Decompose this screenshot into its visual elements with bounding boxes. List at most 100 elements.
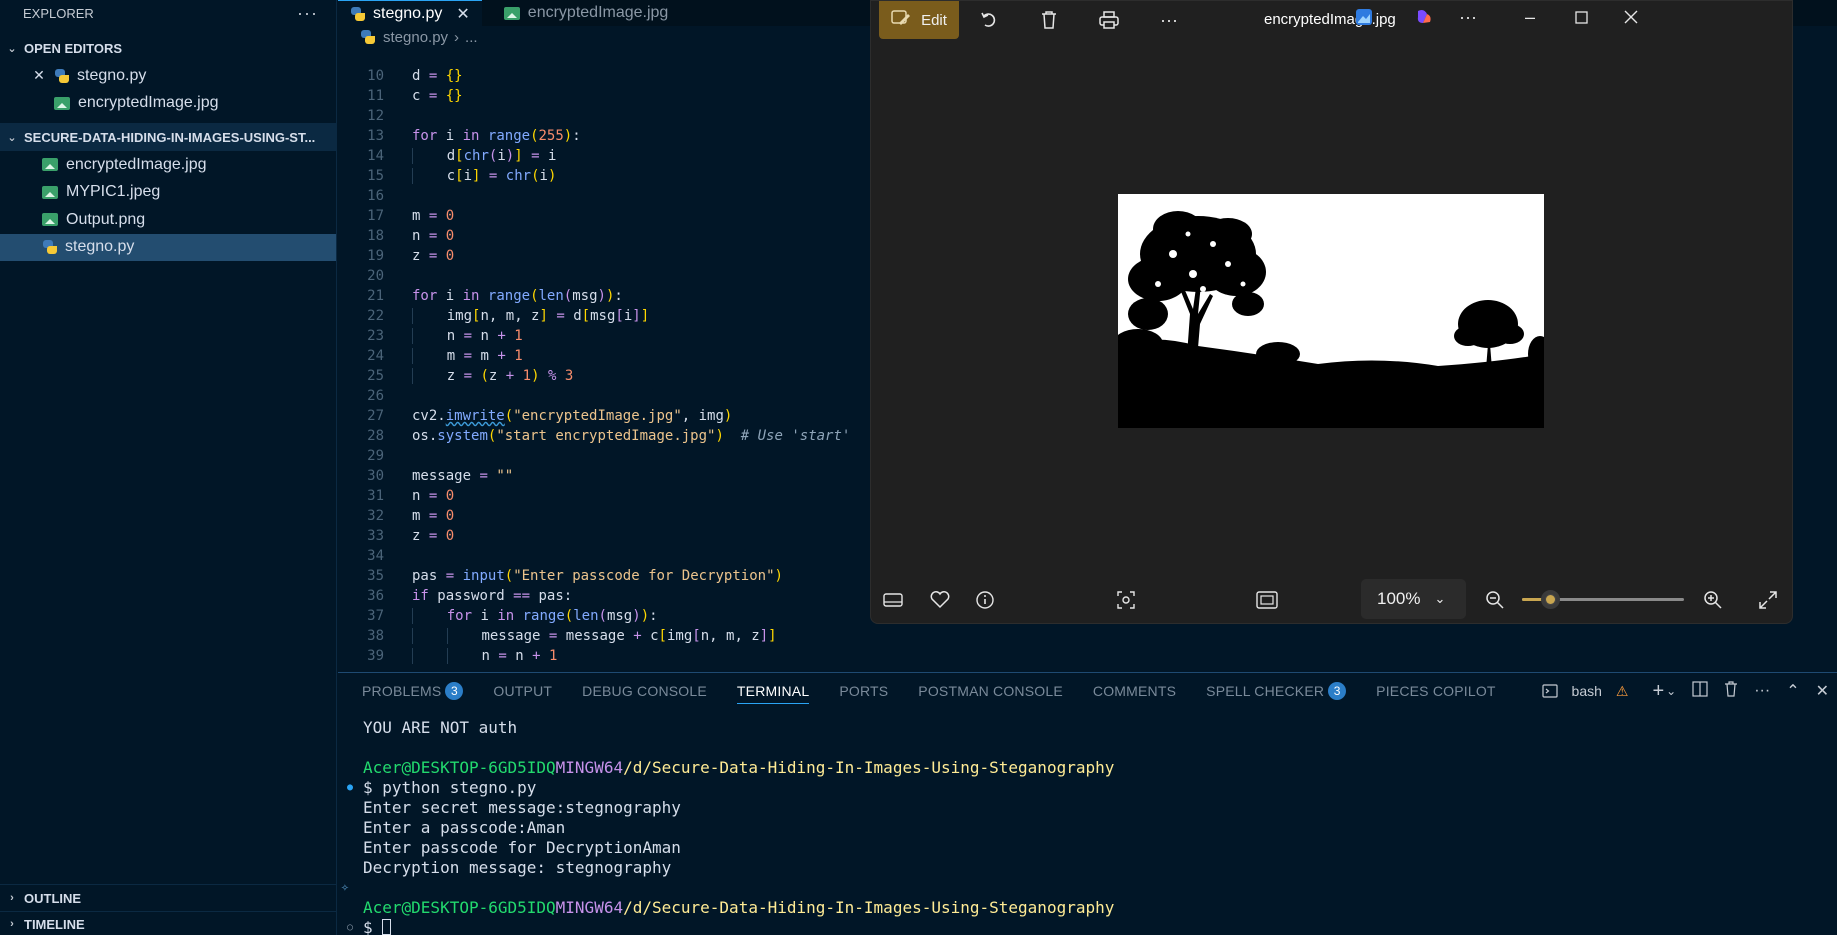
- zoom-slider-thumb[interactable]: [1540, 590, 1560, 609]
- chevron-down-icon[interactable]: ⌄: [1666, 684, 1676, 698]
- file-item[interactable]: Output.png: [0, 206, 336, 234]
- file-label: encryptedImage.jpg: [66, 155, 207, 173]
- new-terminal-plus-icon[interactable]: +: [1652, 680, 1664, 703]
- prompt-env: MINGW64: [555, 897, 624, 917]
- full-screen-icon[interactable]: [1755, 587, 1781, 613]
- file-label: MYPIC1.jpeg: [66, 183, 161, 201]
- zoom-value: 100%: [1377, 589, 1421, 608]
- breadcrumb-file[interactable]: stegno.py: [383, 29, 448, 46]
- open-editors-section[interactable]: ⌄ OPEN EDITORS: [0, 35, 336, 62]
- more-actions-icon[interactable]: ···: [1754, 682, 1770, 700]
- filmstrip-icon[interactable]: [880, 587, 906, 613]
- tab-postman-console[interactable]: POSTMAN CONSOLE: [918, 673, 1063, 709]
- line-number: 28: [367, 428, 384, 444]
- print-icon[interactable]: [1079, 1, 1139, 39]
- terminal-line: ✧: [338, 877, 1837, 897]
- terminal-output[interactable]: YOU ARE NOT auth Acer@DESKTOP-6GD5IDQ MI…: [338, 717, 1837, 935]
- maximize-panel-chevron-up-icon[interactable]: ⌃: [1786, 681, 1799, 701]
- zoom-slider[interactable]: [1522, 590, 1684, 609]
- terminal-text: Enter a passcode:Aman: [363, 817, 566, 837]
- explorer-more-icon[interactable]: ···: [297, 3, 318, 24]
- more-options-icon[interactable]: ···: [1139, 1, 1199, 39]
- command-status-dot-icon[interactable]: ●: [347, 782, 353, 793]
- kill-terminal-trash-icon[interactable]: [1724, 680, 1738, 702]
- line-number: 38: [367, 628, 384, 644]
- close-icon[interactable]: ✕: [32, 67, 46, 84]
- terminal-input-line[interactable]: ○ $: [338, 917, 1837, 935]
- delete-icon[interactable]: [1019, 1, 1079, 39]
- code-text: d = {}: [412, 68, 463, 84]
- code-text: pas = input("Enter passcode for Decrypti…: [412, 568, 783, 584]
- tab-terminal[interactable]: TERMINAL: [736, 673, 810, 709]
- terminal-line: Enter a passcode:Aman: [338, 817, 1837, 837]
- explorer-title: EXPLORER: [23, 5, 94, 21]
- see-more-icon[interactable]: ···: [1443, 1, 1493, 33]
- code-text: for i in range(255):: [412, 128, 581, 144]
- split-terminal-icon[interactable]: [1692, 680, 1708, 702]
- tab-label: PIECES COPILOT: [1376, 683, 1496, 699]
- open-editor-item[interactable]: encryptedImage.jpg: [0, 90, 336, 118]
- line-number: 22: [367, 308, 384, 324]
- terminal-shell-selector[interactable]: bash ⚠: [1541, 683, 1637, 700]
- zoom-select[interactable]: 100% ⌄: [1361, 579, 1466, 619]
- open-editor-item[interactable]: ✕ stegno.py: [0, 62, 336, 90]
- rotate-icon[interactable]: [959, 1, 1019, 39]
- tab-debug-console[interactable]: DEBUG CONSOLE: [582, 673, 707, 709]
- code-text: m = m + 1: [384, 348, 523, 364]
- favorite-heart-icon[interactable]: [927, 587, 953, 613]
- close-window-icon[interactable]: [1606, 1, 1656, 33]
- photos-app-icon[interactable]: [1339, 1, 1389, 33]
- file-item[interactable]: MYPIC1.jpeg: [0, 179, 336, 207]
- line-number: 15: [367, 168, 384, 184]
- outline-section[interactable]: › OUTLINE: [0, 884, 337, 911]
- encrypted-image-preview: [1118, 194, 1544, 428]
- image-file-icon: [42, 213, 58, 227]
- sparkle-icon[interactable]: ✧: [341, 880, 349, 895]
- line-number: 37: [367, 608, 384, 624]
- chevron-down-icon: ⌄: [7, 43, 17, 55]
- code-text: c = {}: [412, 88, 463, 104]
- prompt-path: /d/Secure-Data-Hiding-In-Images-Using-St…: [623, 897, 1115, 917]
- tab-problems[interactable]: PROBLEMS 3: [362, 673, 464, 709]
- copilot-icon[interactable]: [1399, 1, 1449, 33]
- timeline-section[interactable]: › TIMELINE: [0, 911, 337, 935]
- zoom-out-icon[interactable]: [1482, 587, 1508, 613]
- tab-comments[interactable]: COMMENTS: [1093, 673, 1176, 709]
- line-number: 34: [367, 548, 384, 564]
- visual-search-icon[interactable]: [1113, 587, 1139, 613]
- maximize-icon[interactable]: [1556, 1, 1606, 33]
- minimize-icon[interactable]: –: [1505, 1, 1555, 33]
- tab-spell-checker[interactable]: SPELL CHECKER 3: [1206, 673, 1347, 709]
- panel-actions: bash ⚠ + ⌄ ··· ⌃ ✕: [1534, 673, 1837, 709]
- code-text: m = 0: [412, 208, 455, 224]
- info-icon[interactable]: [972, 587, 998, 613]
- close-panel-icon[interactable]: ✕: [1816, 681, 1829, 701]
- breadcrumb-symbol[interactable]: ...: [465, 29, 478, 46]
- tab-output[interactable]: OUTPUT: [493, 673, 552, 709]
- tab-label: DEBUG CONSOLE: [582, 683, 707, 699]
- zoom-in-icon[interactable]: [1700, 587, 1726, 613]
- tab-label: encryptedImage.jpg: [527, 4, 669, 21]
- file-item-selected[interactable]: stegno.py: [0, 233, 336, 261]
- tab-stegno-py[interactable]: stegno.py ✕: [338, 0, 482, 26]
- line-number: 16: [367, 188, 384, 204]
- line-number: 25: [367, 368, 384, 384]
- tab-label: PORTS: [839, 683, 889, 699]
- project-folder-section[interactable]: ⌄ SECURE-DATA-HIDING-IN-IMAGES-USING-ST.…: [0, 123, 336, 151]
- code-text: cv2.imwrite("encryptedImage.jpg", img): [412, 408, 733, 424]
- close-icon[interactable]: ✕: [456, 4, 469, 24]
- tab-ports[interactable]: PORTS: [839, 673, 888, 709]
- fit-to-window-icon[interactable]: [1254, 587, 1280, 613]
- file-item[interactable]: encryptedImage.jpg: [0, 151, 336, 179]
- terminal-text: Enter secret message:stegnography: [363, 797, 681, 817]
- tab-pieces-copilot[interactable]: PIECES COPILOT: [1376, 673, 1496, 709]
- edit-button[interactable]: Edit: [879, 1, 959, 39]
- code-text: d[chr(i)] = i: [384, 148, 556, 164]
- tab-encrypted-image[interactable]: encryptedImage.jpg: [482, 0, 681, 26]
- terminal-icon: [1541, 684, 1558, 698]
- code-text: z = (z + 1) % 3: [384, 368, 573, 384]
- tab-label: OUTPUT: [493, 683, 553, 699]
- image-file-icon: [42, 158, 58, 172]
- viewer-bottom-bar: 100% ⌄: [871, 579, 1794, 619]
- code-text: z = 0: [412, 248, 455, 264]
